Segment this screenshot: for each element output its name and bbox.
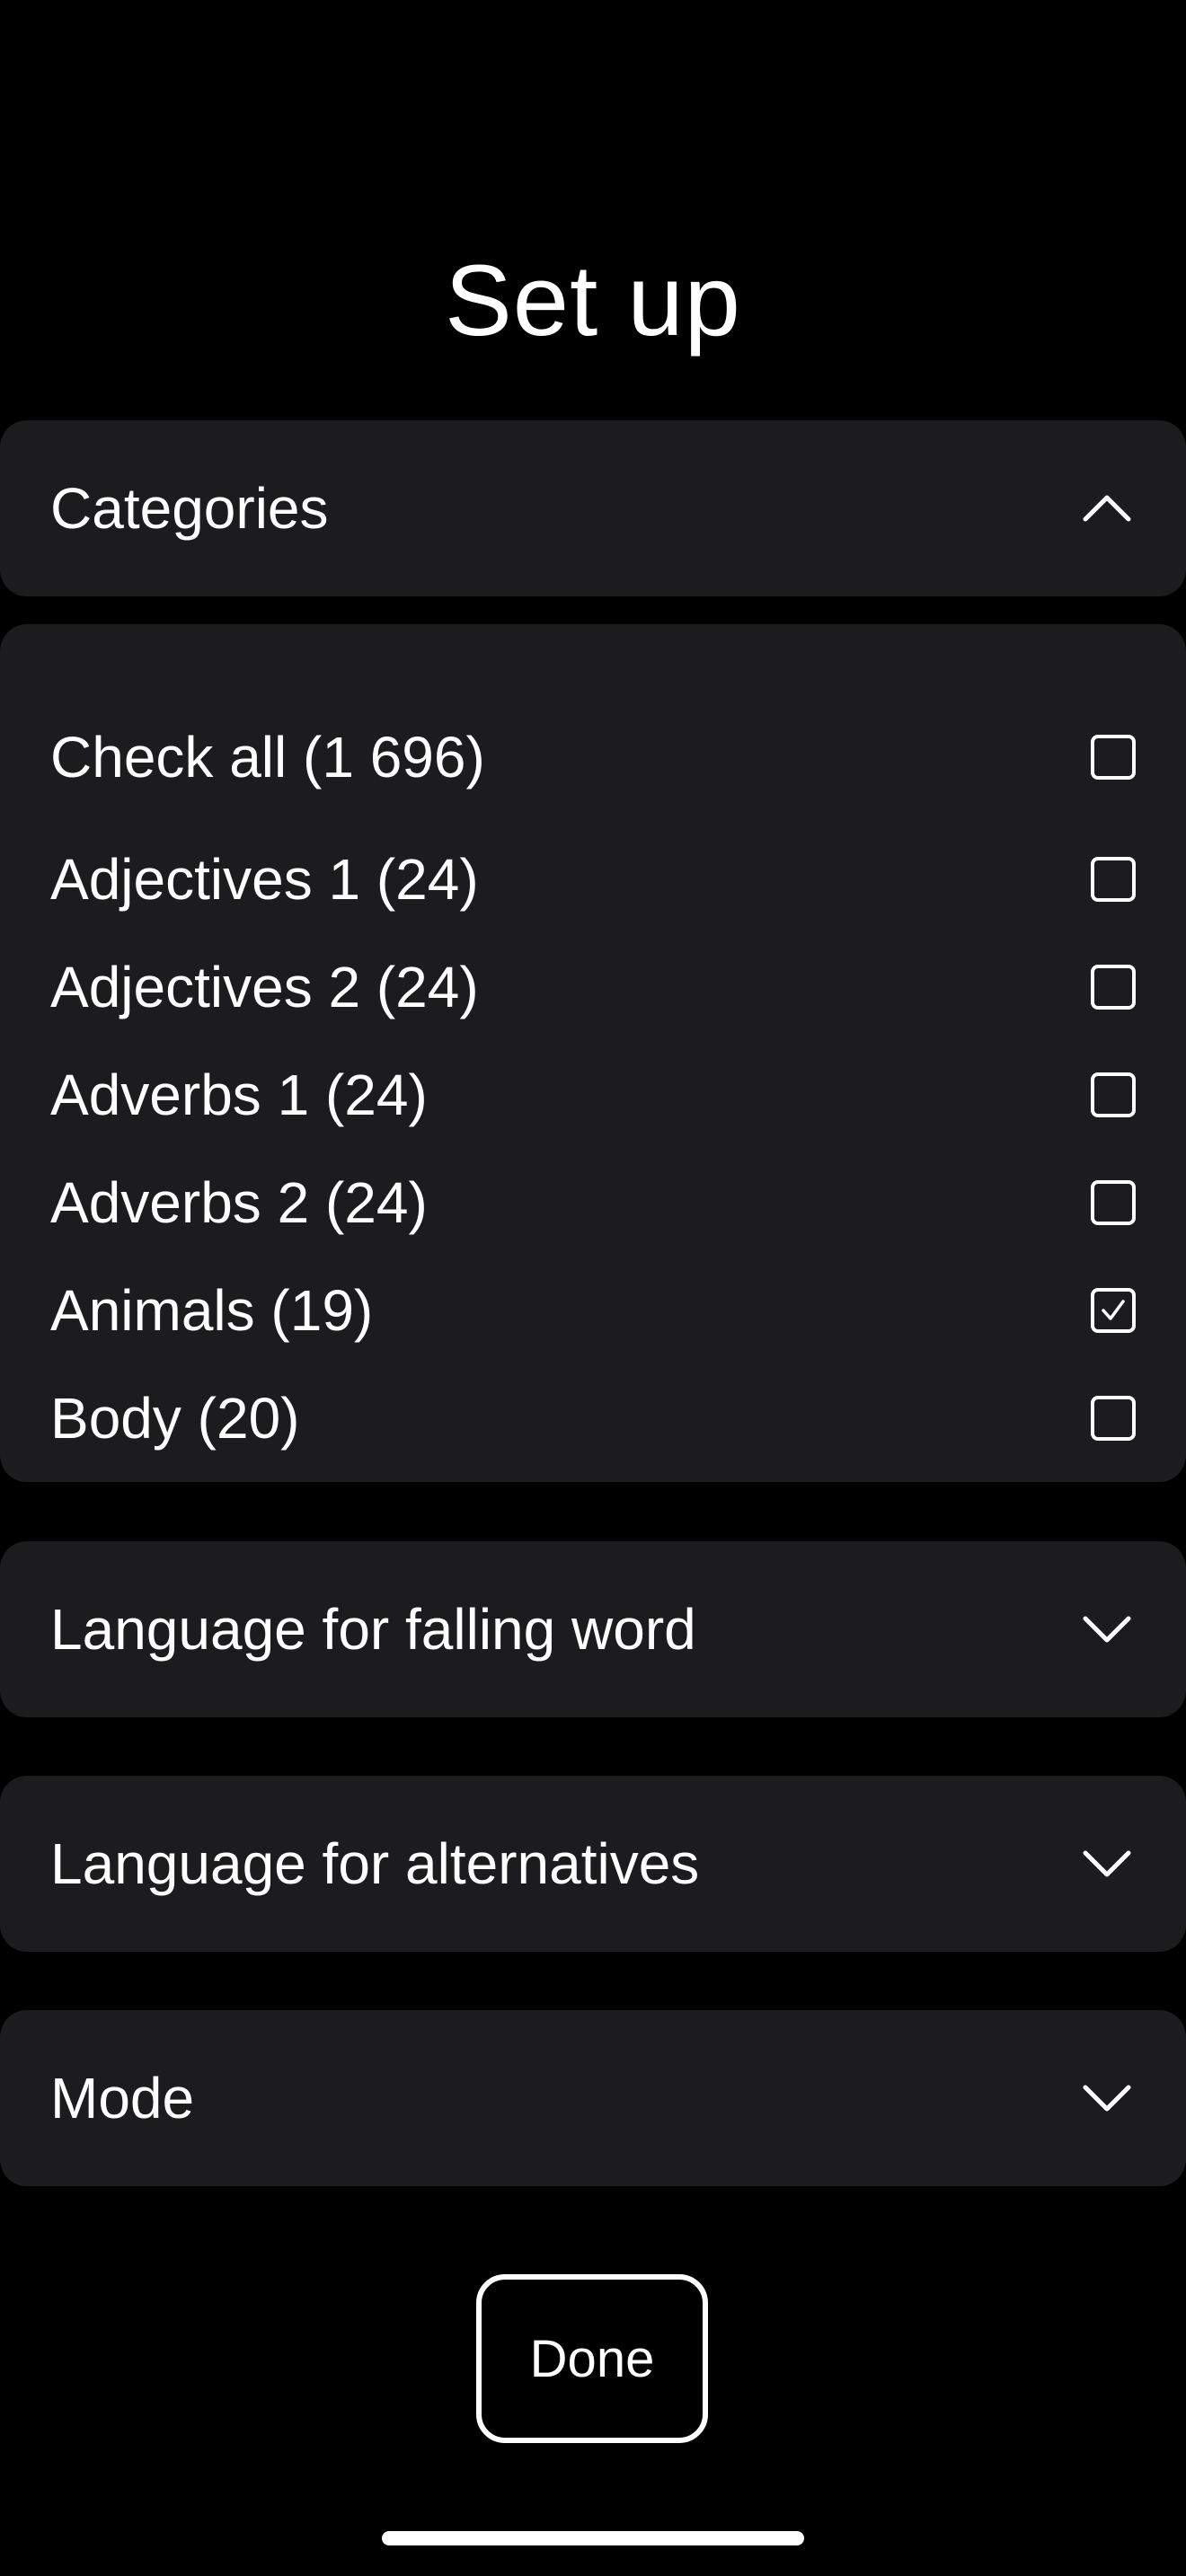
done-button[interactable]: Done xyxy=(476,2274,708,2443)
categories-header-label: Categories xyxy=(50,476,329,541)
falling-word-language-label: Language for falling word xyxy=(50,1597,696,1662)
category-checkbox[interactable] xyxy=(1091,1072,1136,1117)
category-checkbox[interactable] xyxy=(1091,1396,1136,1441)
falling-word-language-header[interactable]: Language for falling word xyxy=(0,1541,1186,1717)
category-row[interactable]: Animals (19) xyxy=(50,1266,1136,1355)
category-label: Body (20) xyxy=(50,1386,300,1451)
category-checkbox[interactable] xyxy=(1091,857,1136,902)
category-checkbox[interactable] xyxy=(1091,965,1136,1010)
categories-list: Check all (1 696) Adjectives 1 (24) Adje… xyxy=(0,624,1186,1482)
mode-header[interactable]: Mode xyxy=(0,2010,1186,2186)
category-label: Adverbs 2 (24) xyxy=(50,1170,428,1235)
chevron-down-icon xyxy=(1083,1850,1131,1877)
categories-header[interactable]: Categories xyxy=(0,420,1186,596)
category-row[interactable]: Adjectives 1 (24) xyxy=(50,834,1136,924)
check-all-label: Check all (1 696) xyxy=(50,725,485,790)
category-label: Animals (19) xyxy=(50,1278,374,1343)
category-label: Adjectives 2 (24) xyxy=(50,955,479,1019)
checkmark-icon xyxy=(1102,1300,1125,1320)
category-row[interactable]: Adverbs 2 (24) xyxy=(50,1158,1136,1248)
mode-label: Mode xyxy=(50,2066,195,2130)
category-checkbox[interactable] xyxy=(1091,1288,1136,1333)
chevron-down-icon xyxy=(1083,1616,1131,1643)
category-row[interactable]: Adjectives 2 (24) xyxy=(50,942,1136,1032)
check-all-row[interactable]: Check all (1 696) xyxy=(50,712,1136,802)
category-row[interactable]: Body (20) xyxy=(50,1373,1136,1463)
category-label: Adverbs 1 (24) xyxy=(50,1063,428,1127)
page-title: Set up xyxy=(445,244,741,357)
chevron-up-icon xyxy=(1083,495,1131,522)
chevron-down-icon xyxy=(1083,2085,1131,2112)
alternatives-language-header[interactable]: Language for alternatives xyxy=(0,1776,1186,1952)
alternatives-language-label: Language for alternatives xyxy=(50,1831,700,1896)
home-indicator[interactable] xyxy=(382,2531,804,2545)
category-label: Adjectives 1 (24) xyxy=(50,847,479,912)
category-row[interactable]: Adverbs 1 (24) xyxy=(50,1050,1136,1140)
check-all-checkbox[interactable] xyxy=(1091,735,1136,780)
category-checkbox[interactable] xyxy=(1091,1180,1136,1225)
